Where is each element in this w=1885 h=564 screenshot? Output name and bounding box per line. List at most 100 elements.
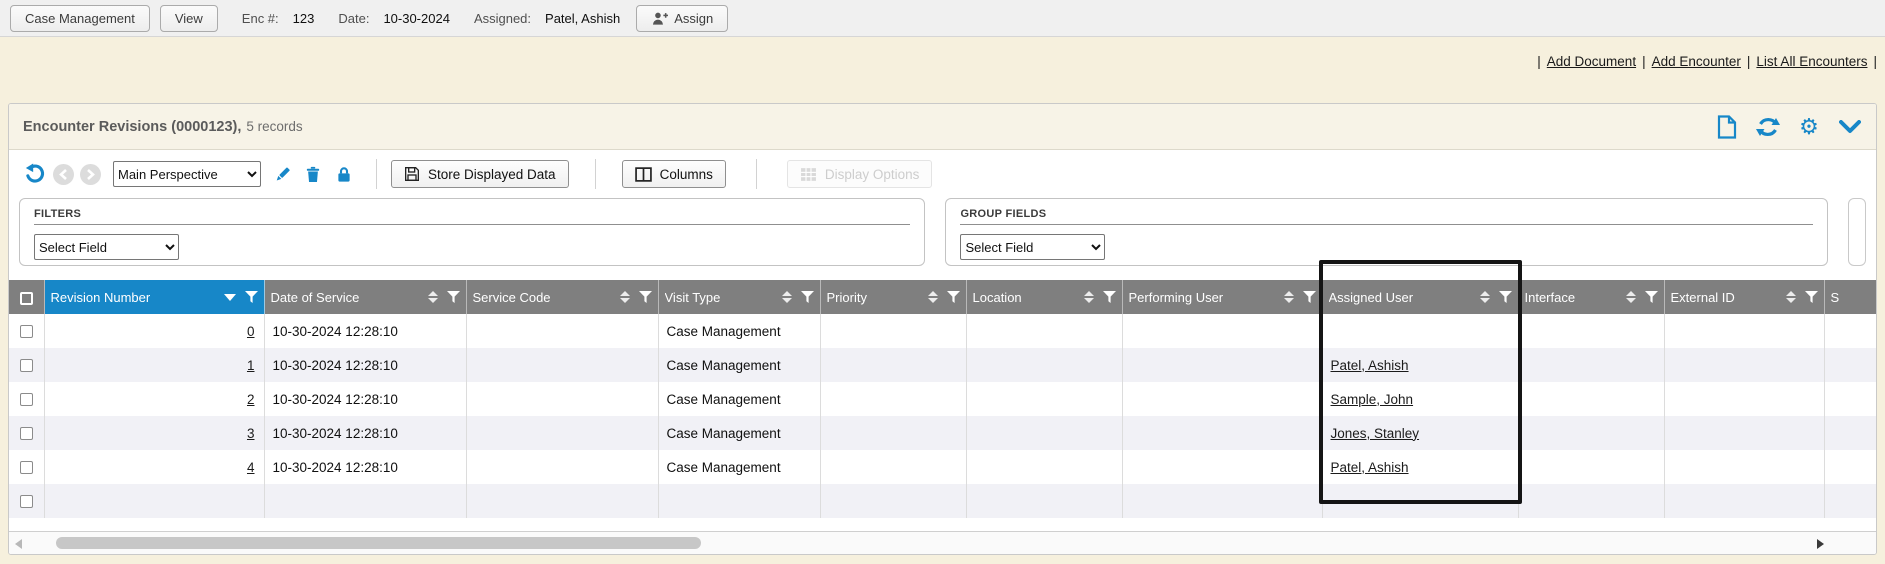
display-options-button[interactable]: Display Options xyxy=(787,160,933,188)
list-all-encounters-link[interactable]: List All Encounters xyxy=(1756,54,1867,69)
row-checkbox[interactable] xyxy=(20,495,33,508)
next-perspective-icon[interactable] xyxy=(80,164,101,185)
revision-number-link[interactable]: 2 xyxy=(247,392,255,407)
scrollbar-thumb[interactable] xyxy=(56,537,701,549)
row-checkbox[interactable] xyxy=(20,359,33,372)
assign-button[interactable]: Assign xyxy=(636,5,728,32)
performing-user-cell xyxy=(1122,450,1322,484)
lock-icon[interactable] xyxy=(334,164,354,184)
column-header-revision-number[interactable]: Revision Number xyxy=(44,280,264,314)
select-all-checkbox[interactable] xyxy=(9,280,44,314)
row-checkbox[interactable] xyxy=(20,427,33,440)
sort-icon[interactable] xyxy=(1786,291,1796,303)
assigned-user-link[interactable]: Jones, Stanley xyxy=(1331,426,1420,441)
table-row: 3 10-30-2024 12:28:10 Case Management Jo… xyxy=(9,416,1876,450)
encounter-revisions-panel: Encounter Revisions (0000123), 5 records… xyxy=(8,103,1877,555)
view-button[interactable]: View xyxy=(160,5,218,32)
grid-toolbar: Main Perspective xyxy=(9,150,1876,198)
filter-funnel-icon[interactable] xyxy=(1499,291,1512,303)
column-header-location[interactable]: Location xyxy=(966,280,1122,314)
collapsed-side-panel[interactable] xyxy=(1848,198,1866,266)
column-header-interface[interactable]: Interface xyxy=(1518,280,1664,314)
revision-number-link[interactable]: 4 xyxy=(247,460,255,475)
column-header-date-of-service[interactable]: Date of Service xyxy=(264,280,466,314)
external-id-cell xyxy=(1664,416,1824,450)
external-id-cell xyxy=(1664,382,1824,416)
sort-icon[interactable] xyxy=(1284,291,1294,303)
horizontal-scrollbar[interactable] xyxy=(9,531,1876,554)
assigned-user-link[interactable]: Sample, John xyxy=(1331,392,1414,407)
filter-funnel-icon[interactable] xyxy=(1645,291,1658,303)
chevron-down-icon[interactable] xyxy=(1838,115,1862,139)
column-header-service-code[interactable]: Service Code xyxy=(466,280,658,314)
column-header-priority[interactable]: Priority xyxy=(820,280,966,314)
filter-funnel-icon[interactable] xyxy=(1805,291,1818,303)
perspective-select[interactable]: Main Perspective xyxy=(113,161,261,187)
document-icon[interactable] xyxy=(1715,115,1739,139)
toolbar-divider xyxy=(376,159,377,189)
priority-cell xyxy=(820,348,966,382)
sort-icon[interactable] xyxy=(1480,291,1490,303)
assigned-user-link[interactable]: Patel, Ashish xyxy=(1331,358,1409,373)
table-row: 4 10-30-2024 12:28:10 Case Management Pa… xyxy=(9,450,1876,484)
row-checkbox[interactable] xyxy=(20,325,33,338)
add-encounter-link[interactable]: Add Encounter xyxy=(1652,54,1741,69)
sort-icon[interactable] xyxy=(1626,291,1636,303)
performing-user-cell xyxy=(1122,416,1322,450)
filter-funnel-icon[interactable] xyxy=(245,291,258,303)
location-cell xyxy=(966,314,1122,348)
scroll-left-arrow-icon[interactable] xyxy=(15,539,22,549)
filters-field-select[interactable]: Select Field xyxy=(34,234,179,260)
filter-funnel-icon[interactable] xyxy=(801,291,814,303)
refresh-icon[interactable] xyxy=(1756,115,1780,139)
interface-cell xyxy=(1518,416,1664,450)
sort-icon[interactable] xyxy=(428,291,438,303)
gear-icon[interactable]: ⚙ xyxy=(1797,115,1821,139)
column-header-assigned-user[interactable]: Assigned User xyxy=(1322,280,1518,314)
filter-funnel-icon[interactable] xyxy=(447,291,460,303)
columns-button[interactable]: Columns xyxy=(622,160,726,188)
filter-funnel-icon[interactable] xyxy=(1303,291,1316,303)
column-header-performing-user[interactable]: Performing User xyxy=(1122,280,1322,314)
column-header-truncated[interactable]: S xyxy=(1824,280,1876,314)
sort-icon[interactable] xyxy=(928,291,938,303)
date-of-service-cell: 10-30-2024 12:28:10 xyxy=(264,382,466,416)
visit-type-cell: Case Management xyxy=(658,348,820,382)
column-header-visit-type[interactable]: Visit Type xyxy=(658,280,820,314)
case-management-button[interactable]: Case Management xyxy=(10,5,150,32)
previous-perspective-icon[interactable] xyxy=(53,164,74,185)
filter-funnel-icon[interactable] xyxy=(947,291,960,303)
location-cell xyxy=(966,382,1122,416)
enc-value: 123 xyxy=(293,11,315,26)
quick-links: | Add Document | Add Encounter | List Al… xyxy=(8,51,1877,71)
column-header-external-id[interactable]: External ID xyxy=(1664,280,1824,314)
store-displayed-data-button[interactable]: Store Displayed Data xyxy=(391,160,569,188)
group-fields-label: GROUP FIELDS xyxy=(960,208,1813,225)
filter-funnel-icon[interactable] xyxy=(639,291,652,303)
date-of-service-cell: 10-30-2024 12:28:10 xyxy=(264,348,466,382)
row-checkbox[interactable] xyxy=(20,461,33,474)
sort-icon[interactable] xyxy=(1084,291,1094,303)
panel-title: Encounter Revisions (0000123), xyxy=(23,119,241,135)
revision-number-link[interactable]: 3 xyxy=(247,426,255,441)
toolbar-divider xyxy=(595,159,596,189)
assigned-label: Assigned: xyxy=(474,11,531,26)
assigned-user-link[interactable]: Patel, Ashish xyxy=(1331,460,1409,475)
filter-funnel-icon[interactable] xyxy=(1103,291,1116,303)
delete-trash-icon[interactable] xyxy=(303,164,323,184)
sort-icon[interactable] xyxy=(620,291,630,303)
group-fields-select[interactable]: Select Field xyxy=(960,234,1105,260)
undo-icon[interactable] xyxy=(23,162,47,186)
add-document-link[interactable]: Add Document xyxy=(1547,54,1636,69)
row-checkbox[interactable] xyxy=(20,393,33,406)
sort-descending-icon[interactable] xyxy=(224,294,236,301)
revision-number-link[interactable]: 1 xyxy=(247,358,255,373)
edit-pencil-icon[interactable] xyxy=(272,164,292,184)
performing-user-cell xyxy=(1122,348,1322,382)
date-of-service-cell: 10-30-2024 12:28:10 xyxy=(264,314,466,348)
table-row-empty xyxy=(9,484,1876,518)
sort-icon[interactable] xyxy=(782,291,792,303)
revision-number-link[interactable]: 0 xyxy=(247,324,255,339)
scroll-right-arrow-icon[interactable] xyxy=(1817,539,1824,549)
date-value: 10-30-2024 xyxy=(383,11,450,26)
